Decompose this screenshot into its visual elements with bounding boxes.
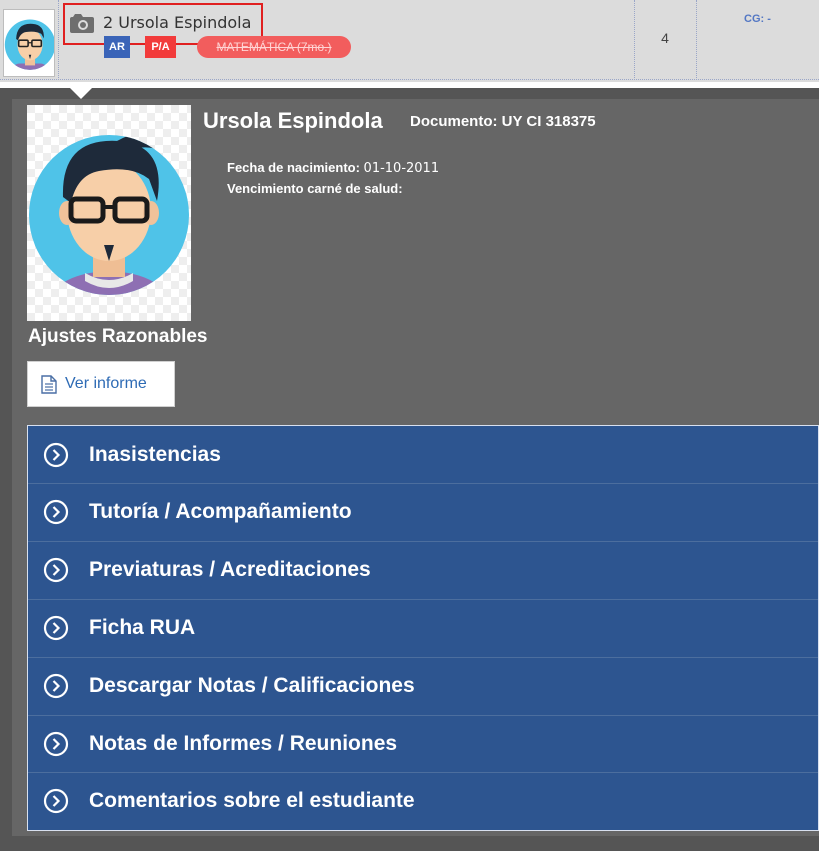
- count-value: 4: [661, 30, 669, 46]
- menu-item-label: Previaturas / Acreditaciones: [89, 558, 371, 581]
- ajustes-razonables-title: Ajustes Razonables: [28, 326, 208, 347]
- chevron-right-circle-icon: [43, 615, 69, 641]
- chevron-right-circle-icon: [43, 557, 69, 583]
- avatar-icon: [27, 105, 191, 321]
- cell-divider: [58, 0, 59, 80]
- cell-divider: [696, 0, 697, 80]
- student-photo: [27, 105, 191, 321]
- menu-item-comentarios[interactable]: Comentarios sobre el estudiante: [28, 772, 818, 829]
- chevron-right-circle-icon: [43, 442, 69, 467]
- menu-item-label: Descargar Notas / Calificaciones: [89, 674, 415, 697]
- menu-item-label: Ficha RUA: [89, 616, 196, 639]
- chevron-right-circle-icon: [43, 788, 69, 814]
- health-card-label: Vencimiento carné de salud:: [227, 181, 403, 196]
- menu-item-tutoria[interactable]: Tutoría / Acompañamiento: [28, 483, 818, 540]
- ver-informe-button[interactable]: Ver informe: [27, 361, 175, 407]
- student-row[interactable]: 2 Ursola Espindola AR P/A MATEMÁTICA (7m…: [0, 0, 819, 82]
- birth-date-row: Fecha de nacimiento: 01-10-2011: [227, 160, 439, 176]
- ar-badge: AR: [104, 36, 130, 58]
- menu-item-notas-informes[interactable]: Notas de Informes / Reuniones: [28, 715, 818, 772]
- subject-badge: MATEMÁTICA (7mo.): [197, 36, 351, 58]
- health-card-row: Vencimiento carné de salud:: [227, 181, 403, 196]
- chevron-right-circle-icon: [43, 499, 69, 525]
- document-icon: [41, 374, 57, 394]
- pa-badge: P/A: [145, 36, 176, 58]
- menu-item-label: Notas de Informes / Reuniones: [89, 732, 398, 755]
- menu-item-descargar-notas[interactable]: Descargar Notas / Calificaciones: [28, 657, 818, 714]
- avatar-icon: [4, 19, 54, 70]
- chevron-right-circle-icon: [43, 731, 69, 757]
- menu-item-inasistencias[interactable]: Inasistencias: [28, 426, 818, 483]
- student-full-name: Ursola Espindola: [203, 108, 383, 133]
- menu-item-ficha-rua[interactable]: Ficha RUA: [28, 599, 818, 656]
- menu-item-label: Tutoría / Acompañamiento: [89, 500, 352, 523]
- menu-item-label: Inasistencias: [89, 442, 221, 466]
- avatar-thumbnail[interactable]: [3, 9, 55, 77]
- panel-pointer: [70, 88, 92, 99]
- student-name-link[interactable]: 2 Ursola Espindola: [103, 13, 251, 32]
- birth-date-label: Fecha de nacimiento:: [227, 160, 360, 175]
- student-document: Documento: UY CI 318375: [410, 113, 596, 130]
- birth-date-value: 01-10-2011: [363, 161, 440, 176]
- menu-item-label: Comentarios sobre el estudiante: [89, 789, 415, 812]
- student-actions-menu: Inasistencias Tutoría / Acompañamiento P…: [27, 425, 819, 831]
- camera-icon[interactable]: [69, 12, 95, 34]
- row-divider: [0, 79, 819, 80]
- chevron-right-circle-icon: [43, 673, 69, 699]
- cg-value: CG: -: [744, 13, 771, 25]
- menu-item-previaturas[interactable]: Previaturas / Acreditaciones: [28, 541, 818, 598]
- ver-informe-label: Ver informe: [65, 375, 147, 392]
